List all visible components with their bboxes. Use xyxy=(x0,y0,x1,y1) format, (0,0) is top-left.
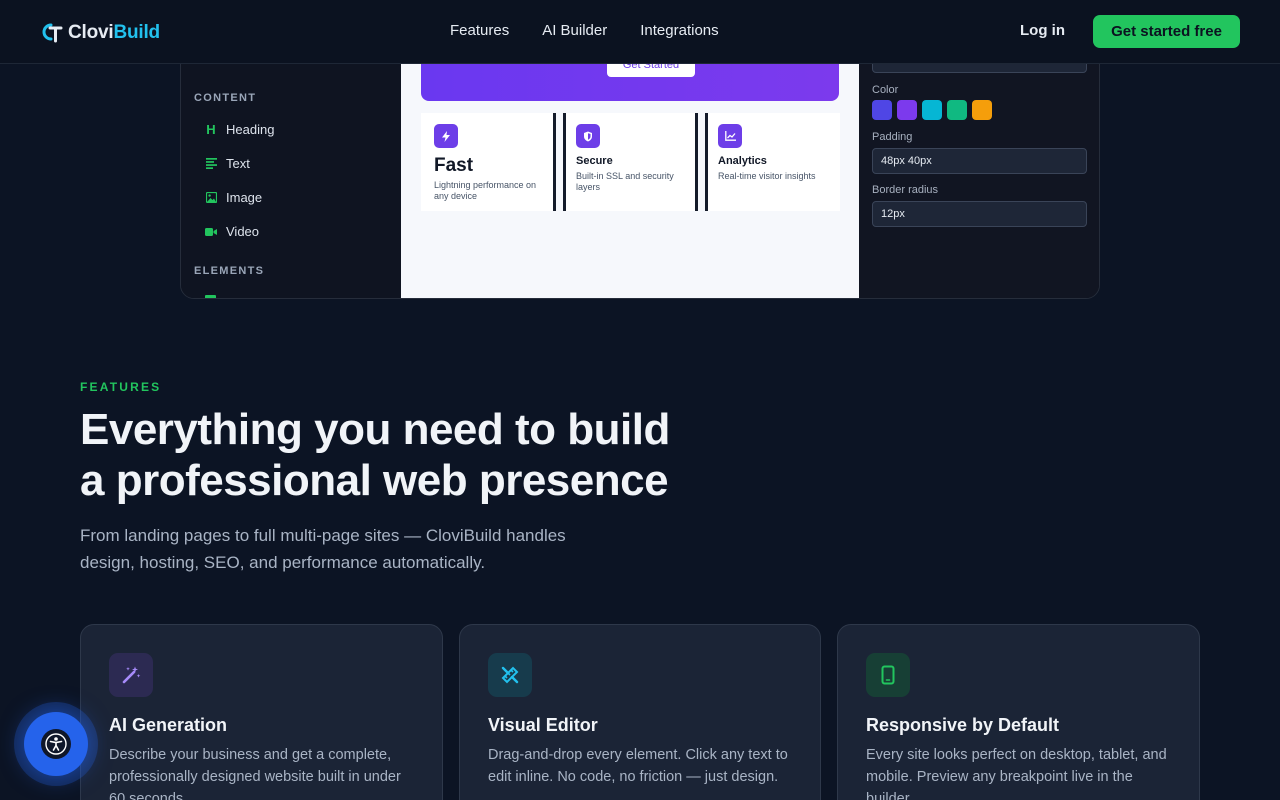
video-icon xyxy=(205,226,217,238)
image-icon xyxy=(205,192,217,204)
color-label: Color xyxy=(872,84,899,96)
text-icon xyxy=(205,158,217,170)
feature-card-title: Responsive by Default xyxy=(866,715,1060,735)
swatch-amber[interactable] xyxy=(972,100,992,120)
feature-card-title: Visual Editor xyxy=(488,715,598,735)
logo-mark-icon xyxy=(42,23,63,43)
pencil-ruler-icon xyxy=(488,653,532,697)
swatch-green[interactable] xyxy=(947,100,967,120)
swatch-cyan[interactable] xyxy=(922,100,942,120)
feature-card-fast[interactable]: Fast Lightning performance on any device xyxy=(421,113,556,211)
logo-text: CloviBuild xyxy=(68,22,160,43)
sidebar-group-content: CONTENT xyxy=(194,92,257,104)
nav-link-features[interactable]: Features xyxy=(450,22,509,39)
feature-card-desc: Drag-and-drop every element. Click any t… xyxy=(488,747,788,785)
feature-card-title: Secure xyxy=(576,155,613,167)
swatch-violet[interactable] xyxy=(897,100,917,120)
feature-card-title: AI Generation xyxy=(109,715,228,735)
feature-card-desc: Lightning performance on any device xyxy=(434,180,537,201)
sidebar-item-partial-icon xyxy=(205,295,216,298)
logo[interactable]: CloviBuild xyxy=(40,20,160,46)
feature-card-responsive: Responsive by Default Every site looks p… xyxy=(837,624,1200,800)
feature-card-title: Analytics xyxy=(718,155,767,167)
feature-card-visual-editor: Visual Editor Drag-and-drop every elemen… xyxy=(459,624,821,800)
magic-wand-icon xyxy=(109,653,153,697)
color-swatches xyxy=(872,100,997,120)
get-started-button[interactable]: Get started free xyxy=(1093,15,1240,48)
feature-card-desc: Describe your business and get a complet… xyxy=(109,747,401,800)
chart-icon xyxy=(718,124,742,148)
accessibility-button[interactable] xyxy=(24,712,88,776)
sidebar-item-image[interactable]: Image xyxy=(205,190,262,205)
feature-card-title: Fast xyxy=(434,155,474,176)
swatch-indigo[interactable] xyxy=(872,100,892,120)
border-radius-label: Border radius xyxy=(872,184,939,196)
nav-links: Features AI Builder Integrations xyxy=(450,22,752,39)
properties-panel: Color Padding 48px 40px Border radius 12… xyxy=(859,23,1099,298)
editor-sidebar: CONTENT H Heading Text Image Video ELEME… xyxy=(181,23,401,298)
shield-icon xyxy=(576,124,600,148)
mobile-icon xyxy=(866,653,910,697)
padding-label: Padding xyxy=(872,131,913,143)
feature-card-desc: Every site looks perfect on desktop, tab… xyxy=(866,747,1167,800)
features-eyebrow: FEATURES xyxy=(80,380,162,394)
editor-canvas: Get Started Fast Lightning performance o… xyxy=(401,23,859,298)
accessibility-icon xyxy=(41,729,71,759)
bolt-icon xyxy=(434,124,458,148)
top-nav: CloviBuild Features AI Builder Integrati… xyxy=(0,0,1280,64)
sidebar-group-elements: ELEMENTS xyxy=(194,265,265,277)
sidebar-item-video[interactable]: Video xyxy=(205,224,259,239)
feature-card-ai-generation: AI Generation Describe your business and… xyxy=(80,624,443,800)
nav-link-integrations[interactable]: Integrations xyxy=(640,22,718,39)
feature-card-analytics[interactable]: Analytics Real-time visitor insights xyxy=(705,113,840,211)
feature-card-desc: Built-in SSL and security layers xyxy=(576,171,674,192)
padding-input[interactable]: 48px 40px xyxy=(872,148,1087,174)
heading-icon: H xyxy=(206,122,216,137)
nav-link-ai-builder[interactable]: AI Builder xyxy=(542,22,607,39)
feature-card-secure[interactable]: Secure Built-in SSL and security layers xyxy=(563,113,698,211)
features-headline: Everything you need to build a professio… xyxy=(80,405,670,505)
feature-card-desc: Real-time visitor insights xyxy=(718,171,816,181)
features-subtext: From landing pages to full multi-page si… xyxy=(80,526,566,572)
sidebar-item-text[interactable]: Text xyxy=(205,156,250,171)
sidebar-item-heading[interactable]: H Heading xyxy=(205,122,274,137)
login-link[interactable]: Log in xyxy=(1020,22,1065,39)
border-radius-input[interactable]: 12px xyxy=(872,201,1087,227)
